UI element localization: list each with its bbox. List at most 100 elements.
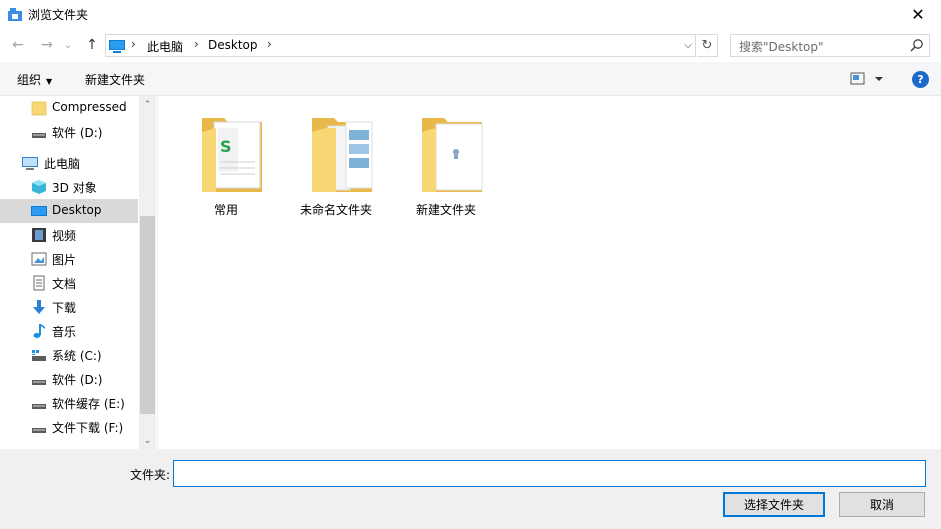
- scroll-up-button[interactable]: ⌃: [139, 96, 156, 113]
- sidebar-item-drive-e[interactable]: 软件缓存 (E:): [0, 391, 138, 415]
- sidebar-item-drive-c[interactable]: 系统 (C:): [0, 343, 138, 367]
- sidebar-item-label: 图片: [52, 253, 77, 267]
- scroll-down-button[interactable]: ⌄: [139, 432, 156, 449]
- drive-icon: [32, 428, 46, 433]
- help-icon: ?: [917, 73, 924, 86]
- refresh-icon: ↻: [701, 38, 713, 53]
- breadcrumb-desktop[interactable]: Desktop: [208, 38, 258, 52]
- address-bar[interactable]: › 此电脑 › Desktop › ⌵: [105, 34, 696, 57]
- refresh-button[interactable]: ↻: [697, 34, 718, 57]
- cancel-button[interactable]: 取消: [839, 492, 925, 517]
- sidebar-item-this-pc[interactable]: 此电脑: [0, 151, 138, 175]
- 3d-objects-icon: [32, 180, 46, 194]
- drive-icon: [32, 380, 46, 385]
- sidebar-item-videos[interactable]: 视频: [0, 223, 138, 247]
- new-folder-button[interactable]: 新建文件夹: [85, 71, 145, 88]
- computer-icon: [22, 157, 38, 170]
- browse-folder-dialog: 浏览文件夹 ✕ ← → ⌄ ↑ › 此电脑 › Desktop › ⌵ ↻ 搜索…: [0, 0, 941, 529]
- sidebar-item-drive-f[interactable]: 文件下载 (F:): [0, 415, 138, 439]
- folder-name: 新建文件夹: [415, 203, 476, 217]
- sidebar-item-label: 软件缓存 (E:): [52, 397, 125, 411]
- documents-icon: [33, 275, 45, 291]
- search-placeholder: 搜索"Desktop": [739, 40, 824, 54]
- sidebar-item-label: 软件 (D:): [52, 373, 103, 387]
- sidebar-item-drive-d[interactable]: 软件 (D:): [0, 367, 138, 391]
- chevron-down-icon: ⌄: [63, 39, 73, 51]
- folder-view: S 常用 未命名文件夹 新建文件夹: [157, 96, 941, 449]
- sidebar-item-music[interactable]: 音乐: [0, 319, 138, 343]
- navigation-pane: Compressed 软件 (D:) 此电脑 3D 对象 Desktop 视频 …: [0, 96, 156, 449]
- sidebar-item-desktop[interactable]: Desktop: [0, 199, 138, 223]
- desktop-icon: [31, 206, 47, 216]
- video-icon: [32, 228, 46, 242]
- back-button[interactable]: ←: [8, 35, 28, 55]
- sidebar-item-label: 系统 (C:): [52, 349, 102, 363]
- sidebar-scrollbar[interactable]: ⌃ ⌄: [139, 96, 156, 449]
- chevron-down-icon: ⌵: [684, 40, 692, 51]
- forward-button[interactable]: →: [37, 35, 57, 55]
- music-icon: [33, 324, 45, 338]
- cancel-label: 取消: [869, 498, 894, 512]
- sidebar-item-label: 音乐: [52, 325, 77, 339]
- chevron-down-icon: ⌄: [143, 435, 152, 446]
- drive-icon: [32, 133, 46, 138]
- download-icon: [33, 300, 45, 314]
- sidebar-item-label: 下载: [52, 301, 77, 315]
- organize-button[interactable]: 组织 ▼: [17, 71, 52, 88]
- close-button[interactable]: ✕: [895, 0, 941, 28]
- dialog-footer: 文件夹: 选择文件夹 取消: [0, 449, 941, 529]
- folder-field-label: 文件夹:: [130, 468, 171, 482]
- window-title: 浏览文件夹: [28, 8, 89, 22]
- search-icon: [910, 39, 923, 52]
- caret-down-icon: ▼: [46, 77, 53, 86]
- breadcrumb-this-pc[interactable]: 此电脑: [147, 38, 183, 55]
- back-arrow-icon: ←: [12, 37, 24, 53]
- folder-name: 常用: [213, 203, 238, 217]
- folder-with-file-icon: [422, 118, 483, 192]
- folder-path-input[interactable]: [173, 460, 926, 487]
- sidebar-item-drive-d[interactable]: 软件 (D:): [0, 120, 138, 144]
- search-input[interactable]: 搜索"Desktop": [730, 34, 930, 57]
- sidebar-item-label: Compressed: [52, 100, 127, 114]
- sidebar-item-downloads[interactable]: 下载: [0, 295, 138, 319]
- navigation-bar: ← → ⌄ ↑ › 此电脑 › Desktop › ⌵ ↻ 搜索"Desktop…: [0, 31, 941, 59]
- folder-name: 未命名文件夹: [299, 203, 372, 217]
- system-drive-icon: [32, 350, 46, 361]
- forward-arrow-icon: →: [41, 37, 53, 53]
- organize-label: 组织: [17, 73, 42, 87]
- recent-locations-button[interactable]: ⌄: [61, 35, 75, 55]
- change-view-button[interactable]: [850, 72, 886, 86]
- breadcrumb-separator-icon: ›: [194, 37, 199, 51]
- sidebar-item-label: 软件 (D:): [52, 126, 103, 140]
- sidebar-item-label: 视频: [52, 229, 77, 243]
- pictures-icon: [31, 252, 47, 266]
- select-folder-button[interactable]: 选择文件夹: [723, 492, 825, 517]
- folder-item[interactable]: S 常用: [176, 108, 276, 218]
- up-arrow-icon: ↑: [86, 37, 98, 53]
- address-history-dropdown[interactable]: ⌵: [679, 35, 697, 56]
- sidebar-item-label: 文档: [52, 277, 77, 291]
- sidebar-item-pictures[interactable]: 图片: [0, 247, 138, 271]
- scroll-thumb[interactable]: [140, 216, 155, 414]
- sidebar-item-documents[interactable]: 文档: [0, 271, 138, 295]
- folder-item[interactable]: 未命名文件夹: [286, 108, 386, 218]
- svg-text:S: S: [220, 137, 232, 156]
- folder-icon: [31, 101, 47, 116]
- help-button[interactable]: ?: [912, 71, 929, 88]
- select-folder-label: 选择文件夹: [743, 498, 804, 512]
- sidebar-item-label: 文件下载 (F:): [52, 421, 124, 435]
- folder-item[interactable]: 新建文件夹: [396, 108, 496, 218]
- app-icon: [8, 8, 22, 21]
- sidebar-item-3d-objects[interactable]: 3D 对象: [0, 175, 138, 199]
- sidebar-item-compressed[interactable]: Compressed: [0, 96, 138, 120]
- title-bar: 浏览文件夹 ✕: [0, 0, 941, 28]
- folder-with-spreadsheet-icon: S: [202, 118, 262, 192]
- sidebar-item-label: 此电脑: [44, 157, 81, 171]
- new-folder-label: 新建文件夹: [85, 73, 146, 87]
- breadcrumb-separator-icon: ›: [267, 37, 272, 51]
- command-toolbar: 组织 ▼ 新建文件夹 ?: [0, 62, 941, 96]
- close-icon: ✕: [911, 4, 925, 24]
- computer-icon: [109, 40, 125, 53]
- chevron-up-icon: ⌃: [143, 99, 152, 110]
- up-button[interactable]: ↑: [82, 35, 102, 55]
